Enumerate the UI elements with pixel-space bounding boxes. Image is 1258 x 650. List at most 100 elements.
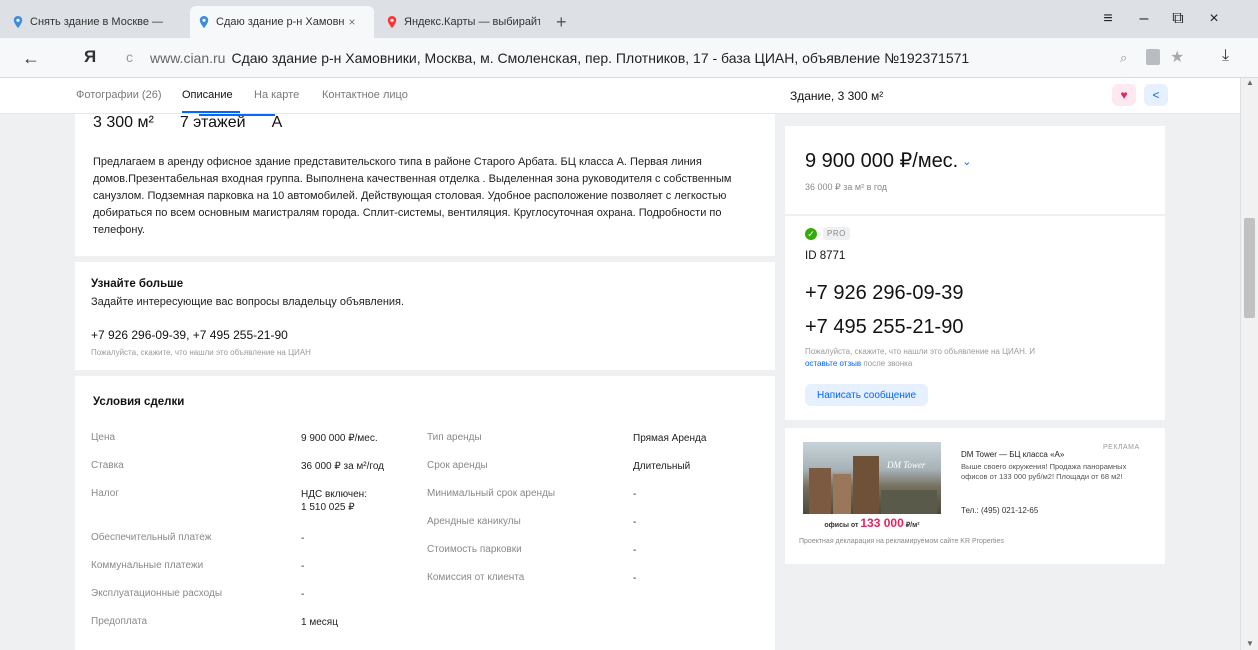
ad-price-prefix: офисы от xyxy=(824,522,859,529)
address-bar: ← Я c www.cian.ru Сдаю здание р-н Хамовни… xyxy=(0,38,1258,78)
tab-photos[interactable]: Фотографии (26) xyxy=(76,89,161,101)
ad-image-building xyxy=(853,456,879,514)
phone-number-2[interactable]: +7 495 255-21-90 xyxy=(805,316,963,339)
deal-terms-title: Условия сделки xyxy=(93,396,185,408)
new-tab-button[interactable]: + xyxy=(556,12,567,33)
reload-icon[interactable]: c xyxy=(126,49,133,65)
minimize-icon[interactable]: – xyxy=(1132,10,1156,28)
term-value-secondary: 1 510 025 ₽ xyxy=(301,502,355,513)
chevron-down-icon[interactable]: ⌄ xyxy=(962,156,971,168)
browser-tab-3[interactable]: Яндекс.Карты — выбирайте xyxy=(378,6,548,38)
term-label: Предоплата xyxy=(91,616,148,627)
term-value: - xyxy=(633,517,637,528)
ad-text: Выше своего окружения! Продажа панорамны… xyxy=(961,462,1127,481)
back-arrow-icon[interactable]: ← xyxy=(22,48,40,69)
term-value: - xyxy=(301,533,305,544)
description-card: 3 300 м² 7 этажей А Предлагаем в аренду оф… xyxy=(75,114,775,256)
url-field[interactable]: www.cian.ru Сдаю здание р-н Хамовники, Мо… xyxy=(150,50,969,66)
ad-phone: Тел.: (495) 021-12-65 xyxy=(961,506,1039,515)
ad-image-building xyxy=(881,490,937,514)
contact-hint-tail: после звонка xyxy=(861,359,913,368)
search-icon[interactable]: ⌕ xyxy=(1120,50,1127,66)
ad-title[interactable]: DM Tower — БЦ класса «А» xyxy=(961,450,1064,459)
term-label: Эксплуатационные расходы xyxy=(91,588,223,599)
header-title: Здание, 3 300 м² xyxy=(790,89,884,103)
term-label: Стоимость парковки xyxy=(427,544,522,555)
learn-more-card: Узнайте больше Задайте интересующие вас … xyxy=(75,262,775,370)
summary-floors: 7 этажей xyxy=(179,114,246,131)
price-main: 9 900 000 ₽/мес. ⌄ xyxy=(805,148,971,173)
scrollbar-thumb[interactable] xyxy=(1244,218,1255,318)
scroll-down-icon[interactable]: ▼ xyxy=(1246,639,1254,648)
active-tab-underline xyxy=(182,111,240,113)
term-label: Тип аренды xyxy=(427,432,482,443)
summary-area: 3 300 м² xyxy=(93,114,154,131)
ad-price: офисы от 133 000 ₽/м² xyxy=(803,516,941,530)
ad-image-mark: DM Tower xyxy=(887,460,926,470)
share-icon: < xyxy=(1152,88,1160,102)
deal-terms-card: Условия сделки Цена 9 900 000 ₽/мес. Ста… xyxy=(75,376,775,650)
term-value: - xyxy=(301,561,305,572)
tab-contact-person[interactable]: Контактное лицо xyxy=(322,89,408,101)
write-message-button[interactable]: Написать сообщение xyxy=(805,384,929,406)
cian-pin-icon xyxy=(199,16,209,28)
term-label: Налог xyxy=(91,488,119,499)
term-value: - xyxy=(633,545,637,556)
term-value: 1 месяц xyxy=(301,617,338,628)
term-value: 9 900 000 ₽/мес. xyxy=(301,433,378,444)
browser-tab-2[interactable]: Сдаю здание р-н Хамовн × xyxy=(190,6,374,38)
share-button[interactable]: < xyxy=(1144,84,1168,106)
yandex-logo[interactable]: Я xyxy=(84,47,96,67)
phone-number-1[interactable]: +7 926 296-09-39 xyxy=(805,282,963,305)
price-value: 9 900 000 ₽/мес. xyxy=(805,150,959,172)
tab-title: Сдаю здание р-н Хамовн xyxy=(216,16,345,28)
term-label: Ставка xyxy=(91,460,124,471)
contact-card: ✓ PRO ID 8771 +7 926 296-09-39 +7 495 25… xyxy=(785,216,1165,420)
heart-icon: ♥ xyxy=(1120,88,1128,102)
pro-badge: PRO xyxy=(823,227,850,240)
price-card: 9 900 000 ₽/мес. ⌄ 36 000 ₽ за м² в год xyxy=(785,126,1165,214)
agent-id: ID 8771 xyxy=(805,250,846,262)
term-label: Коммунальные платежи xyxy=(91,560,204,571)
advertisement-card[interactable]: DM Tower офисы от 133 000 ₽/м² РЕКЛАМА D… xyxy=(785,428,1165,564)
learn-more-title: Узнайте больше xyxy=(91,278,184,290)
browser-tab-1[interactable]: Снять здание в Москве — xyxy=(4,6,187,38)
ad-image-building xyxy=(809,468,831,514)
cian-pin-icon xyxy=(13,16,23,28)
learn-more-phones[interactable]: +7 926 296-09-39, +7 495 255-21-90 xyxy=(91,328,288,342)
term-value: - xyxy=(633,489,637,500)
ad-declaration: Проектная декларация на рекламируемом са… xyxy=(799,538,1004,545)
term-value: Прямая Аренда xyxy=(633,433,707,444)
term-label: Цена xyxy=(91,432,116,443)
ad-image-building xyxy=(833,474,851,514)
price-per-meter: 36 000 ₽ за м² в год xyxy=(805,182,887,192)
tab-close-icon[interactable]: × xyxy=(348,15,355,29)
download-icon[interactable]: ⤓ xyxy=(1222,47,1229,65)
listing-sticky-header: Фотографии (26) Описание На карте Контак… xyxy=(0,78,1240,114)
learn-more-subtitle: Задайте интересующие вас вопросы владель… xyxy=(91,296,405,308)
scroll-up-icon[interactable]: ▲ xyxy=(1246,78,1254,87)
bookmark-star-icon[interactable]: ★ xyxy=(1170,47,1184,67)
description-text: Предлагаем в аренду офисное здание предс… xyxy=(93,156,732,236)
favorite-button[interactable]: ♥ xyxy=(1112,84,1136,106)
term-value: - xyxy=(301,589,305,600)
learn-more-hint: Пожалуйста, скажите, что нашли это объяв… xyxy=(91,348,311,357)
ad-price-amount: 133 000 xyxy=(860,516,904,530)
term-value: - xyxy=(633,573,637,584)
reader-mode-icon[interactable] xyxy=(1146,49,1160,65)
close-window-icon[interactable]: × xyxy=(1202,10,1226,28)
tab-map[interactable]: На карте xyxy=(254,89,299,101)
term-label: Комиссия от клиента xyxy=(427,572,525,583)
tab-title: Яндекс.Карты — выбирайте xyxy=(404,16,540,28)
yandex-maps-pin-icon xyxy=(387,16,397,28)
restore-icon[interactable]: ⧉ xyxy=(1166,10,1190,28)
section-underline xyxy=(199,114,275,116)
page-scrollbar[interactable]: ▲ ▼ xyxy=(1240,78,1258,650)
ad-building-image[interactable]: DM Tower xyxy=(803,442,941,514)
ad-price-unit: ₽/м² xyxy=(905,522,920,529)
leave-review-link[interactable]: оставьте отзыв xyxy=(805,359,861,368)
ad-label: РЕКЛАМА xyxy=(1103,444,1140,451)
menu-icon[interactable]: ≡ xyxy=(1096,10,1120,28)
object-summary: 3 300 м² 7 этажей А xyxy=(93,114,308,132)
tab-description[interactable]: Описание xyxy=(182,89,233,101)
